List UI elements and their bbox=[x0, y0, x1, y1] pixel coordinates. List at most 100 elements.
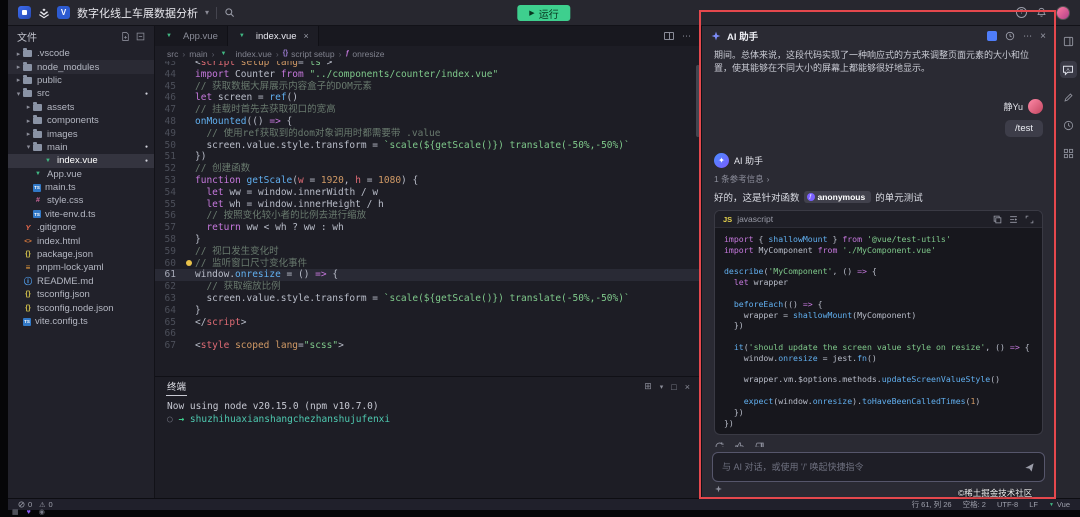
file-tree-item-pnpm-lock-yaml[interactable]: ≡ pnpm-lock.yaml bbox=[8, 261, 154, 274]
code-line[interactable]: expect(window.onresize).toHaveBeenCalled… bbox=[724, 396, 1033, 407]
code-line[interactable]: 47 // 挂载时首先去获取视口的宽高 bbox=[155, 104, 701, 116]
file-tree-item-main-ts[interactable]: TS main.ts bbox=[8, 181, 154, 194]
code-line[interactable]: 52 // 创建函数 bbox=[155, 163, 701, 175]
chat-input-box[interactable] bbox=[712, 452, 1045, 482]
split-editor-icon[interactable] bbox=[664, 32, 674, 40]
copy-code-icon[interactable] bbox=[993, 215, 1002, 224]
code-line[interactable]: 64} bbox=[155, 305, 701, 317]
editor-scrollbar[interactable] bbox=[696, 65, 700, 137]
code-line[interactable]: 61 window.onresize = () => { bbox=[155, 269, 701, 282]
file-tree-item-images[interactable]: ▸ images bbox=[8, 127, 154, 140]
file-tree-item-readme-md[interactable]: ⓘ README.md bbox=[8, 275, 154, 288]
breadcrumb-item[interactable]: main bbox=[189, 49, 207, 59]
code-line[interactable]: 65 </script> bbox=[155, 317, 701, 329]
expand-code-icon[interactable] bbox=[1025, 215, 1034, 224]
file-tree-item-index-html[interactable]: <> index.html bbox=[8, 234, 154, 247]
code-line[interactable]: 63 screen.value.style.transform = `scale… bbox=[155, 293, 701, 305]
breadcrumb-item[interactable]: src bbox=[167, 49, 178, 59]
close-panel-icon[interactable]: × bbox=[685, 382, 690, 392]
code-line[interactable]: }) bbox=[724, 407, 1033, 418]
terminal-dropdown-icon[interactable]: ▾ bbox=[660, 383, 664, 391]
breadcrumb-item[interactable]: {} script setup bbox=[283, 49, 335, 59]
code-editor[interactable]: 43 <script setup lang="ts"> 44 import Count… bbox=[155, 61, 701, 376]
code-line[interactable] bbox=[724, 364, 1033, 375]
taskbar-heart-icon[interactable]: ♥ bbox=[27, 509, 31, 516]
code-line[interactable]: 62 // 获取缩放比例 bbox=[155, 281, 701, 293]
code-line[interactable]: beforeEach(() => { bbox=[724, 299, 1033, 310]
function-badge[interactable]: ƒ anonymous bbox=[803, 191, 872, 203]
reference-info-toggle[interactable]: 1 条参考信息 › bbox=[714, 173, 1043, 185]
bell-icon[interactable] bbox=[1036, 7, 1047, 18]
code-line[interactable]: }) bbox=[724, 320, 1033, 331]
code-line[interactable]: 59 // 视口发生变化时 bbox=[155, 246, 701, 258]
code-line[interactable]: 66 bbox=[155, 328, 701, 340]
file-tree-item-main[interactable]: ▾ main ● bbox=[8, 141, 154, 154]
code-line[interactable]: 58} bbox=[155, 234, 701, 246]
code-line[interactable] bbox=[724, 385, 1033, 396]
run-button[interactable]: ▶ 运行 bbox=[517, 5, 571, 21]
project-icon[interactable]: V bbox=[57, 6, 70, 19]
taskbar-grid-icon[interactable]: ▦ bbox=[12, 508, 19, 516]
language-mode[interactable]: ▼ Vue bbox=[1049, 500, 1070, 509]
breadcrumb-item[interactable]: ƒ onresize bbox=[345, 49, 384, 59]
code-line[interactable] bbox=[724, 256, 1033, 267]
code-line[interactable]: 46 let screen = ref() bbox=[155, 92, 701, 104]
file-tree-item-src[interactable]: ▾ src ● bbox=[8, 87, 154, 100]
apps-grid-icon[interactable] bbox=[1060, 145, 1077, 162]
edit-snippet-icon[interactable] bbox=[1060, 89, 1077, 106]
ai-chat-icon[interactable]: A bbox=[1059, 61, 1077, 78]
code-line[interactable] bbox=[724, 331, 1033, 342]
close-tab-icon[interactable]: × bbox=[304, 31, 309, 41]
file-tree-item-vite-config-ts[interactable]: TS vite.config.ts bbox=[8, 315, 154, 328]
collapse-folders-icon[interactable] bbox=[136, 32, 145, 41]
terminal-tab[interactable]: 终端 bbox=[166, 377, 188, 396]
file-tree-item-app-vue[interactable]: ▼ App.vue bbox=[8, 168, 154, 181]
file-tree-item-package-json[interactable]: {} package.json bbox=[8, 248, 154, 261]
tab-index-vue[interactable]: ▼ index.vue × bbox=[227, 26, 319, 46]
project-title[interactable]: 数字化线上车展数据分析 bbox=[77, 5, 198, 21]
taskbar-circle-icon[interactable]: ◉ bbox=[39, 508, 45, 516]
history-icon[interactable] bbox=[1060, 117, 1077, 134]
juejin-logo-icon[interactable] bbox=[38, 7, 50, 19]
code-line[interactable]: import MyComponent from './MyComponent.v… bbox=[724, 245, 1033, 256]
insert-code-icon[interactable] bbox=[1009, 215, 1018, 224]
code-line[interactable]: describe('MyComponent', () => { bbox=[724, 266, 1033, 277]
maximize-panel-icon[interactable]: □ bbox=[671, 382, 676, 392]
chat-input[interactable] bbox=[722, 462, 1018, 472]
code-line[interactable]: 54 let ww = window.innerWidth / w bbox=[155, 187, 701, 199]
indentation-setting[interactable]: 空格: 2 bbox=[963, 499, 986, 510]
file-tree-item-public[interactable]: ▸ public bbox=[8, 74, 154, 87]
code-line[interactable]: 43 <script setup lang="ts"> bbox=[155, 61, 701, 69]
more-options-icon[interactable]: ⋯ bbox=[1023, 31, 1032, 42]
history-icon[interactable] bbox=[1005, 31, 1015, 41]
code-line[interactable]: it('should update the screen value style… bbox=[724, 342, 1033, 353]
more-actions-icon[interactable]: ⋯ bbox=[682, 31, 691, 42]
cursor-position[interactable]: 行 61, 列 26 bbox=[912, 499, 952, 510]
tab-app-vue[interactable]: ▼ App.vue bbox=[155, 26, 228, 46]
code-line[interactable]: import { shallowMount } from '@vue/test-… bbox=[724, 234, 1033, 245]
search-icon[interactable] bbox=[224, 7, 235, 18]
code-block-body[interactable]: import { shallowMount } from '@vue/test-… bbox=[715, 228, 1042, 434]
code-line[interactable]: 49 // 使用ref获取到的dom对象调用时都需要带 .value bbox=[155, 128, 701, 140]
file-tree-item--gitignore[interactable]: Y .gitignore bbox=[8, 221, 154, 234]
code-line[interactable]: 51}) bbox=[155, 151, 701, 163]
file-tree-item-components[interactable]: ▸ components bbox=[8, 114, 154, 127]
help-icon[interactable]: ? bbox=[1016, 7, 1027, 18]
code-line[interactable]: let wrapper bbox=[724, 277, 1033, 288]
file-tree-item-tsconfig-node-json[interactable]: {} tsconfig.node.json bbox=[8, 301, 154, 314]
eol-setting[interactable]: LF bbox=[1029, 500, 1038, 509]
code-line[interactable]: 67 <style scoped lang="scss"> bbox=[155, 340, 701, 352]
new-terminal-icon[interactable]: ⊞ bbox=[644, 381, 652, 392]
code-line[interactable]: 44 import Counter from "../components/cou… bbox=[155, 69, 701, 81]
code-line[interactable]: 53 function getScale(w = 1920, h = 1080) … bbox=[155, 175, 701, 187]
code-line[interactable]: wrapper.vm.$options.methods.updateScreen… bbox=[724, 374, 1033, 385]
code-line[interactable]: 50 screen.value.style.transform = `scale… bbox=[155, 140, 701, 152]
breadcrumb-item[interactable]: ▼ index.vue bbox=[218, 49, 271, 59]
quick-command-icon[interactable] bbox=[714, 485, 723, 494]
code-line[interactable]: wrapper = shallowMount(MyComponent) bbox=[724, 310, 1033, 321]
code-line[interactable]: 56 // 按照变化较小者的比例去进行缩放 bbox=[155, 210, 701, 222]
code-line[interactable]: }) bbox=[724, 418, 1033, 429]
close-panel-icon[interactable]: × bbox=[1040, 31, 1046, 42]
new-file-icon[interactable] bbox=[121, 31, 130, 41]
file-tree-item-assets[interactable]: ▸ assets bbox=[8, 101, 154, 114]
